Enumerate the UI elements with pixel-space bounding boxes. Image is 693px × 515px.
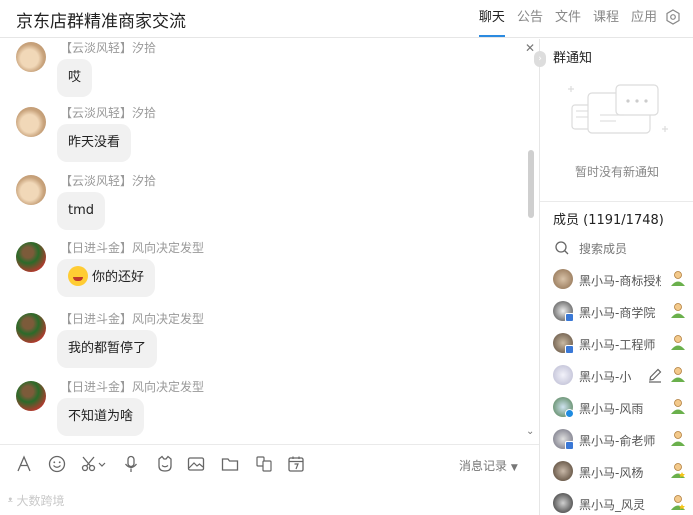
folder-icon[interactable] bbox=[220, 454, 240, 474]
settings-icon[interactable] bbox=[665, 9, 681, 25]
edit-icon[interactable] bbox=[647, 367, 663, 383]
sender-name[interactable]: 【云淡风轻】汐拾 bbox=[60, 172, 156, 189]
no-notice-text: 暂时没有新通知 bbox=[574, 165, 659, 179]
emoji-icon[interactable] bbox=[47, 454, 67, 474]
member-name: 黑小马_风灵 bbox=[579, 498, 646, 512]
search-icon bbox=[555, 241, 569, 255]
tab-files[interactable]: 文件 bbox=[555, 9, 581, 37]
member-name: 黑小马-工程师 bbox=[579, 338, 656, 352]
message-bubble: 不知道为啥 bbox=[57, 398, 145, 436]
avatar bbox=[553, 365, 573, 385]
avatar bbox=[553, 493, 573, 513]
member-role-icon bbox=[671, 431, 685, 446]
member-role-icon bbox=[671, 399, 685, 414]
member-item[interactable]: 黑小马_风灵 bbox=[553, 489, 691, 515]
sender-name[interactable]: 【日进斗金】风向决定发型 bbox=[60, 239, 204, 256]
member-role-icon bbox=[671, 495, 685, 510]
avatar[interactable] bbox=[16, 381, 46, 411]
close-icon[interactable]: ✕ bbox=[525, 41, 535, 55]
member-role-icon bbox=[671, 463, 685, 478]
member-item[interactable]: 黑小马-风杨 bbox=[553, 457, 691, 485]
member-name: 黑小马-商标授权 bbox=[579, 274, 661, 288]
member-role-icon bbox=[671, 271, 685, 286]
tab-courses[interactable]: 课程 bbox=[593, 9, 619, 37]
member-item[interactable]: 黑小马-商标授权 bbox=[553, 265, 691, 293]
sticker-icon[interactable] bbox=[155, 454, 175, 474]
tab-bar: 聊天 公告 文件 课程 应用 bbox=[467, 9, 657, 37]
watermark-logo-icon: ᵜ bbox=[8, 494, 13, 508]
divider bbox=[540, 201, 693, 202]
message-bubble: 我的都暂停了 bbox=[57, 330, 158, 368]
message-list[interactable]: 【云淡风轻】汐拾 哎 【云淡风轻】汐拾 昨天没看 【云淡风轻】汐拾 tmd 【日… bbox=[0, 39, 539, 444]
input-toolbar: 消息记录 ▼ bbox=[0, 444, 539, 484]
chevron-down-icon[interactable] bbox=[97, 454, 107, 474]
avatar bbox=[553, 269, 573, 289]
group-title: 京东店群精准商家交流 bbox=[16, 12, 186, 32]
avatar[interactable] bbox=[16, 42, 46, 72]
tab-apps[interactable]: 应用 bbox=[631, 9, 657, 37]
device-badge-icon bbox=[565, 441, 574, 450]
microphone-icon[interactable] bbox=[121, 454, 141, 474]
message-text: 你的还好 bbox=[92, 270, 145, 285]
watermark: ᵜ 大数跨境 bbox=[8, 492, 65, 509]
member-item[interactable]: 黑小马-商学院 bbox=[553, 297, 691, 325]
empty-notice-illustration-icon bbox=[568, 84, 668, 134]
watermark-text: 大数跨境 bbox=[16, 494, 65, 508]
member-name: 黑小马-俞老师 bbox=[579, 434, 656, 448]
star-badge-icon bbox=[565, 409, 574, 418]
message-bubble: tmd bbox=[57, 192, 106, 230]
group-side-panel: › 群通知 暂时没有新通知 成员 (1191/1748) 搜索成员 黑小马-商标… bbox=[534, 39, 693, 515]
tab-announcement[interactable]: 公告 bbox=[517, 9, 543, 37]
message-bubble: 哎 bbox=[57, 59, 93, 97]
member-item[interactable]: 黑小马-风雨 bbox=[553, 393, 691, 421]
group-notice-title: 群通知 bbox=[553, 51, 593, 66]
avatar[interactable] bbox=[16, 313, 46, 343]
avatar[interactable] bbox=[16, 107, 46, 137]
qq-group-chat-window: 京东店群精准商家交流 聊天 公告 文件 课程 应用 【云淡风轻】汐拾 哎 【云淡… bbox=[0, 0, 693, 515]
sender-name[interactable]: 【云淡风轻】汐拾 bbox=[60, 39, 156, 56]
device-badge-icon bbox=[565, 313, 574, 322]
member-name: 黑小马-商学院 bbox=[579, 306, 656, 320]
member-search-input[interactable]: 搜索成员 bbox=[553, 238, 683, 258]
members-count: 成员 (1191/1748) bbox=[553, 213, 664, 228]
header: 京东店群精准商家交流 聊天 公告 文件 课程 应用 bbox=[0, 0, 693, 38]
doc-icon[interactable] bbox=[254, 454, 274, 474]
message-history-button[interactable]: 消息记录 ▼ bbox=[459, 457, 518, 474]
calendar-icon[interactable] bbox=[286, 454, 306, 474]
history-label: 消息记录 bbox=[459, 459, 508, 473]
message-bubble: 昨天没看 bbox=[57, 124, 132, 162]
message-bubble: 你的还好 bbox=[57, 259, 156, 297]
member-name: 黑小马-风雨 bbox=[579, 402, 644, 416]
search-placeholder: 搜索成员 bbox=[579, 242, 628, 256]
member-name: 黑小马-风杨 bbox=[579, 466, 644, 480]
tab-chat[interactable]: 聊天 bbox=[478, 9, 505, 37]
chat-scrollbar[interactable] bbox=[528, 150, 534, 218]
member-role-icon bbox=[671, 335, 685, 350]
sender-name[interactable]: 【日进斗金】风向决定发型 bbox=[60, 378, 204, 395]
member-role-icon bbox=[671, 303, 685, 318]
sender-name[interactable]: 【云淡风轻】汐拾 bbox=[60, 104, 156, 121]
member-item[interactable]: 黑小马-工程师 bbox=[553, 329, 691, 357]
chevron-down-icon[interactable]: ⌄ bbox=[526, 426, 534, 437]
avatar[interactable] bbox=[16, 242, 46, 272]
member-item[interactable]: 黑小马-俞老师 bbox=[553, 425, 691, 453]
device-badge-icon bbox=[565, 345, 574, 354]
chevron-down-icon: ▼ bbox=[510, 463, 518, 473]
member-role-icon bbox=[671, 367, 685, 382]
collapse-panel-icon[interactable]: › bbox=[534, 51, 546, 67]
avatar[interactable] bbox=[16, 175, 46, 205]
laugh-cry-emoji-icon bbox=[68, 266, 88, 286]
member-item[interactable]: 黑小马-小 bbox=[553, 361, 691, 389]
avatar bbox=[553, 461, 573, 481]
sender-name[interactable]: 【日进斗金】风向决定发型 bbox=[60, 310, 204, 327]
font-icon[interactable] bbox=[14, 454, 34, 474]
image-icon[interactable] bbox=[186, 454, 206, 474]
